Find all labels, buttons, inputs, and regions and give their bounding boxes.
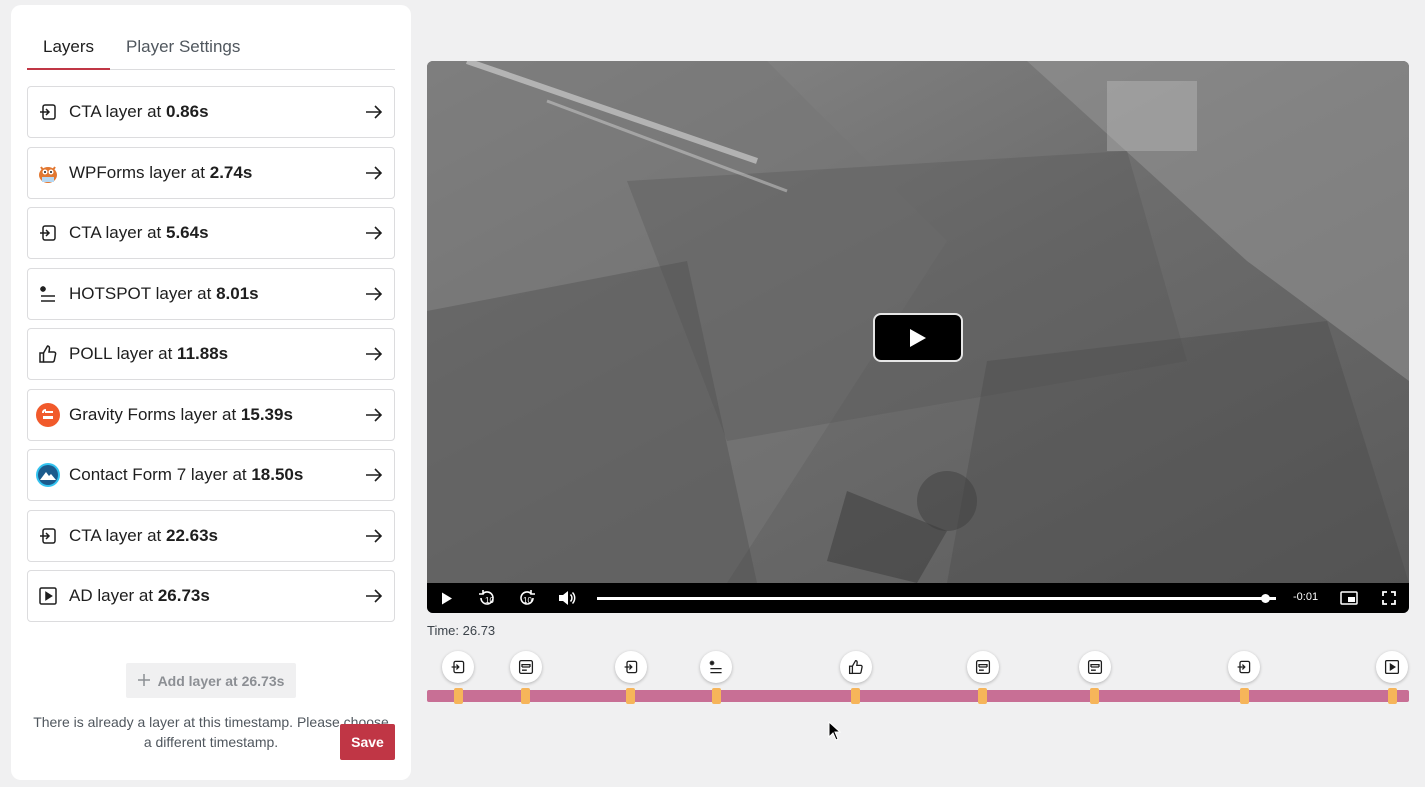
layer-item-wpforms[interactable]: WPForms layer at 2.74s: [27, 146, 395, 199]
progress-bar[interactable]: [597, 594, 1276, 603]
svg-text:10: 10: [523, 596, 532, 605]
video-player[interactable]: 10 10 -0:01: [427, 61, 1409, 613]
timeline-marker[interactable]: [1239, 688, 1249, 704]
timeline-cta-icon[interactable]: [614, 651, 647, 683]
cta-icon: [36, 100, 60, 124]
picture-in-picture-icon: [1340, 591, 1358, 605]
cta-icon: [36, 221, 60, 245]
add-layer-label: Add layer at 26.73s: [157, 672, 285, 689]
big-play-button[interactable]: [873, 313, 963, 362]
add-layer-button[interactable]: Add layer at 26.73s: [126, 663, 296, 698]
hotspot-icon: [709, 660, 722, 674]
save-button[interactable]: Save: [340, 724, 395, 760]
arrow-right-icon: [364, 465, 384, 485]
layer-label: CTA layer at 0.86s: [69, 102, 209, 121]
contact-form-7-icon: [36, 463, 60, 487]
cta-icon: [451, 660, 465, 674]
forward-10-icon: 10: [520, 590, 535, 605]
ad-play-icon: [1384, 659, 1400, 675]
layer-label: POLL layer at 11.88s: [69, 344, 229, 363]
arrow-right-icon: [364, 102, 384, 122]
layer-item-gravity-forms[interactable]: Gravity Forms layer at 15.39s: [27, 388, 395, 441]
play-icon: [910, 328, 926, 347]
layer-item-cta[interactable]: CTA layer at 0.86s: [27, 86, 395, 138]
layer-item-poll[interactable]: POLL layer at 11.88s: [27, 328, 395, 380]
forward-10-button[interactable]: 10: [507, 583, 547, 613]
wpforms-icon: [36, 161, 60, 185]
cta-icon: [1237, 660, 1251, 674]
play-button[interactable]: [427, 583, 467, 613]
layer-item-hotspot[interactable]: HOTSPOT layer at 8.01s: [27, 267, 395, 320]
timeline-cta-icon[interactable]: [442, 651, 475, 683]
picture-in-picture-button[interactable]: [1329, 583, 1369, 613]
cta-icon: [624, 660, 637, 674]
duplicate-timestamp-notice: There is already a layer at this timesta…: [33, 714, 389, 750]
timeline-marker[interactable]: [711, 688, 721, 704]
arrow-right-icon: [364, 163, 384, 183]
timeline-cta-icon[interactable]: [1228, 651, 1260, 683]
plus-icon: [137, 673, 150, 689]
timeline-marker[interactable]: [1090, 688, 1100, 704]
timeline-thumbs-up-icon[interactable]: [839, 651, 872, 683]
fullscreen-button[interactable]: [1369, 583, 1409, 613]
layers-panel: Layers Player Settings CTA layer at 0.86…: [11, 5, 411, 780]
layer-item-contact-form-7[interactable]: Contact Form 7 layer at 18.50s: [27, 449, 395, 501]
rewind-10-button[interactable]: 10: [467, 583, 507, 613]
timeline-marker[interactable]: [626, 688, 636, 704]
layer-label: CTA layer at 22.63s: [69, 525, 218, 545]
layer-label: CTA layer at 5.64s: [69, 223, 209, 242]
mouse-cursor-icon: [828, 721, 842, 741]
arrow-right-icon: [364, 344, 384, 364]
thumbs-up-icon: [848, 659, 863, 675]
svg-text:10: 10: [485, 596, 494, 605]
hotspot-icon: [36, 282, 60, 306]
layer-item-ad[interactable]: AD layer at 26.73s: [27, 570, 395, 622]
fullscreen-icon: [1382, 591, 1396, 605]
tab-layers[interactable]: Layers: [27, 25, 111, 70]
layer-label: HOTSPOT layer at 8.01s: [69, 283, 259, 303]
timeline-marker[interactable]: [851, 688, 861, 704]
timeline-marker[interactable]: [453, 688, 463, 704]
form-icon: [975, 659, 990, 675]
layer-label: AD layer at 26.73s: [69, 586, 210, 605]
arrow-right-icon: [364, 586, 384, 606]
timeline-marker[interactable]: [978, 688, 988, 704]
tab-player-settings[interactable]: Player Settings: [110, 25, 256, 70]
form-icon: [518, 659, 533, 675]
panel-tabs: Layers Player Settings: [27, 25, 395, 70]
layer-label: Contact Form 7 layer at 18.50s: [69, 465, 304, 484]
current-time-label: Time: 26.73: [427, 623, 496, 638]
timeline-marker[interactable]: [521, 688, 531, 704]
cta-icon: [36, 524, 60, 548]
arrow-right-icon: [364, 526, 384, 546]
ad-play-icon: [36, 584, 60, 608]
timeline-ad-play-icon[interactable]: [1376, 651, 1409, 683]
gravity-forms-icon: [36, 402, 60, 427]
time-remaining: -0:01: [1293, 591, 1319, 603]
arrow-right-icon: [364, 223, 384, 243]
timeline-form-icon[interactable]: [509, 651, 542, 683]
timeline-track[interactable]: [427, 688, 1409, 704]
arrow-right-icon: [364, 405, 384, 425]
layer-item-cta[interactable]: CTA layer at 22.63s: [27, 509, 395, 562]
play-icon: [442, 592, 452, 604]
player-controls: 10 10 -0:01: [427, 583, 1409, 613]
timeline-form-icon[interactable]: [1078, 651, 1111, 683]
volume-icon: [559, 591, 576, 605]
arrow-right-icon: [364, 284, 384, 304]
layer-list: CTA layer at 0.86s WPForms layer at 2.74…: [27, 86, 395, 631]
progress-knob[interactable]: [1261, 594, 1270, 603]
layer-label: Gravity Forms layer at 15.39s: [69, 404, 293, 424]
thumbs-up-icon: [36, 342, 60, 366]
volume-button[interactable]: [547, 583, 587, 613]
timeline-hotspot-icon[interactable]: [700, 651, 733, 683]
layer-label: WPForms layer at 2.74s: [69, 162, 253, 182]
timeline-marker[interactable]: [1387, 688, 1397, 704]
timeline-form-icon[interactable]: [966, 651, 999, 683]
layer-item-cta[interactable]: CTA layer at 5.64s: [27, 207, 395, 259]
rewind-10-icon: 10: [479, 590, 494, 605]
form-icon: [1087, 659, 1102, 675]
